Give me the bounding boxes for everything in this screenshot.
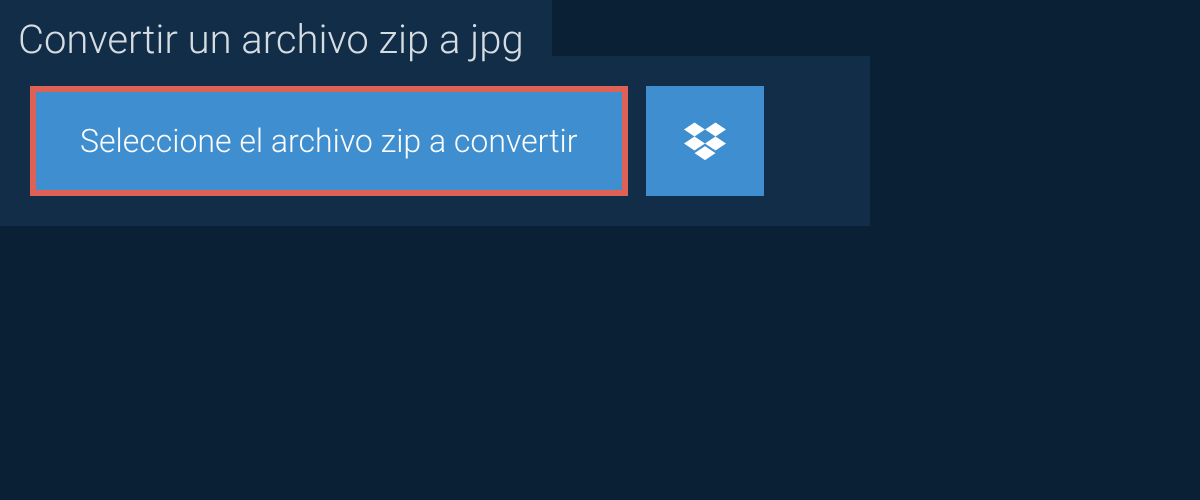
action-row: Seleccione el archivo zip a convertir — [0, 56, 870, 226]
converter-panel: Convertir un archivo zip a jpg Seleccion… — [0, 56, 870, 226]
dropbox-button[interactable] — [646, 86, 764, 196]
dropbox-icon — [684, 119, 726, 164]
page-title: Convertir un archivo zip a jpg — [0, 0, 552, 81]
select-file-button[interactable]: Seleccione el archivo zip a convertir — [36, 92, 622, 190]
select-file-highlight: Seleccione el archivo zip a convertir — [30, 86, 628, 196]
